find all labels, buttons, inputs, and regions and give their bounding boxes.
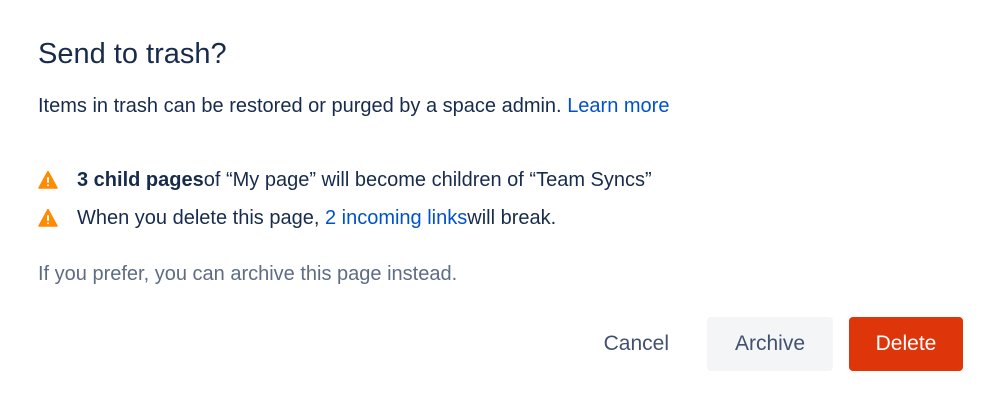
archive-hint: If you prefer, you can archive this page… <box>38 263 458 285</box>
learn-more-link[interactable]: Learn more <box>567 95 669 117</box>
dialog-actions: Cancel Archive Delete <box>582 317 963 371</box>
warning-child-pages: 3 child pages of “My page” will become c… <box>38 161 652 199</box>
send-to-trash-dialog: Send to trash? Items in trash can be res… <box>0 0 998 407</box>
dialog-description: Items in trash can be restored or purged… <box>38 91 669 121</box>
delete-button[interactable]: Delete <box>849 317 963 371</box>
cancel-button[interactable]: Cancel <box>582 317 691 371</box>
warning-list: 3 child pages of “My page” will become c… <box>38 161 652 237</box>
incoming-links-text-after: will break. <box>467 206 557 229</box>
incoming-links-link[interactable]: 2 incoming links <box>325 207 467 230</box>
warning-icon <box>38 207 60 229</box>
warning-icon <box>38 169 60 191</box>
child-pages-count: 3 child pages <box>77 168 204 191</box>
dialog-title: Send to trash? <box>38 38 227 70</box>
child-pages-text: of “My page” will become children of “Te… <box>203 168 652 191</box>
warning-incoming-links: When you delete this page, 2 incoming li… <box>38 199 652 237</box>
description-text: Items in trash can be restored or purged… <box>38 95 562 117</box>
incoming-links-text-before: When you delete this page, <box>77 206 320 229</box>
archive-button[interactable]: Archive <box>707 317 833 371</box>
